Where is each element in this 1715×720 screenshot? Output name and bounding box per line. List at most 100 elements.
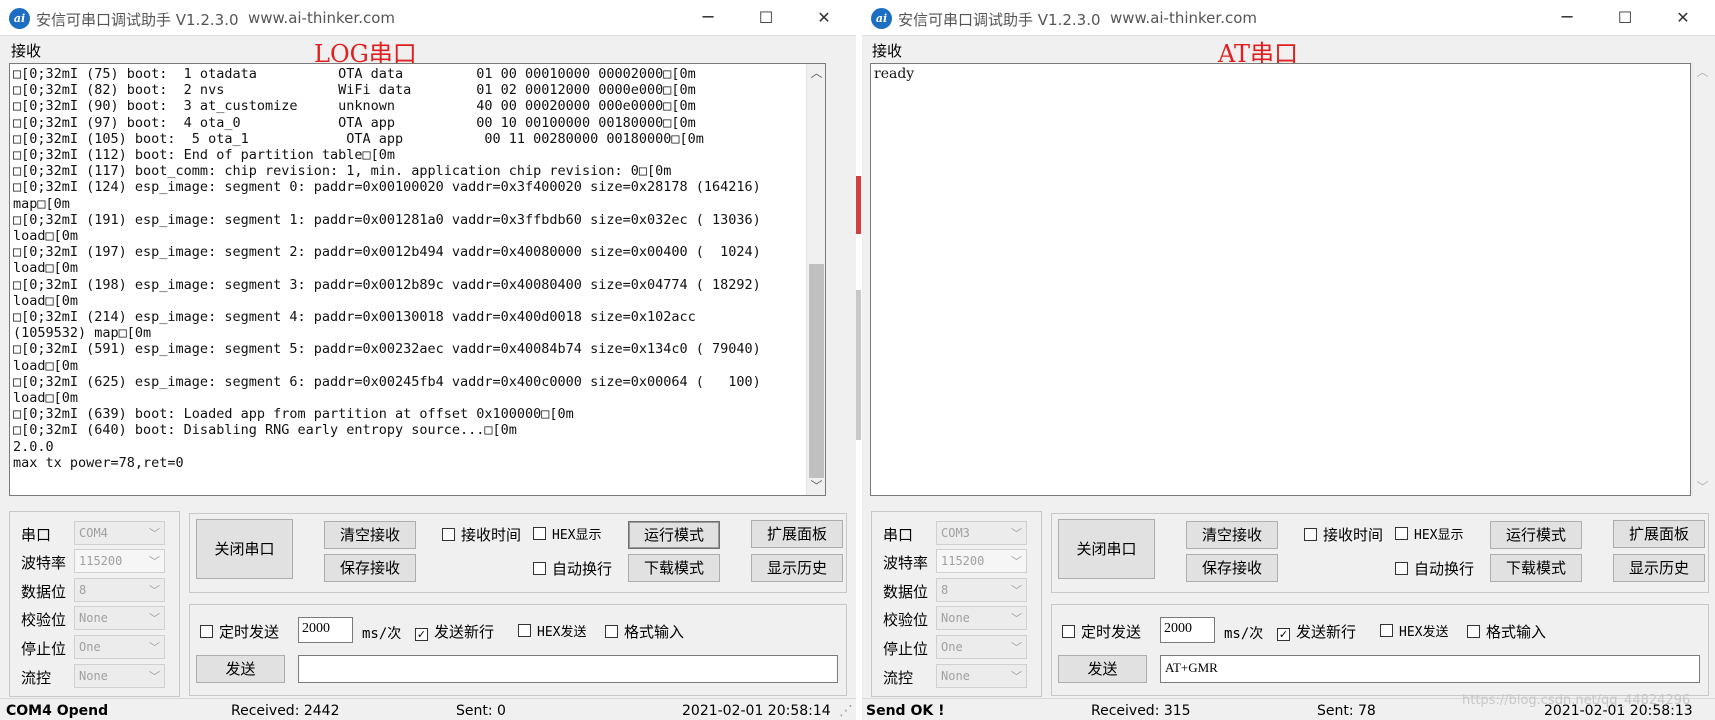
resize-grip-icon[interactable]: ⋰: [839, 703, 853, 719]
stopbits-select[interactable]: One ﹀: [936, 635, 1027, 659]
clear-receive-button[interactable]: 清空接收: [1186, 521, 1278, 549]
checkbox-box: [518, 624, 531, 637]
chevron-down-icon: ﹀: [1011, 584, 1022, 597]
show-history-button[interactable]: 显示历史: [1613, 554, 1705, 582]
baud-label: 波特率: [21, 554, 67, 572]
receive-scrollbar[interactable]: ︿ ﹀: [1692, 63, 1711, 496]
close-port-button[interactable]: 关闭串口: [1058, 519, 1155, 579]
receive-label: 接收: [872, 42, 903, 60]
receive-time-checkbox[interactable]: 接收时间: [1304, 524, 1383, 545]
send-input[interactable]: AT+GMR: [1160, 655, 1700, 683]
stopbits-label: 停止位: [883, 640, 929, 658]
website-url: www.ai-thinker.com: [248, 9, 396, 27]
close-icon[interactable]: ✕: [796, 0, 852, 36]
check-icon: ✓: [1277, 628, 1290, 641]
port-status: COM4 Opend: [6, 703, 109, 719]
checkbox-box: [1395, 527, 1408, 540]
interval-input[interactable]: 2000: [298, 617, 353, 643]
background-edge: [856, 290, 861, 440]
status-datetime: 2021-02-01 20:58:14: [682, 703, 831, 719]
checkbox-box: [1062, 625, 1075, 638]
receive-time-checkbox[interactable]: 接收时间: [442, 524, 521, 545]
save-receive-button[interactable]: 保存接收: [324, 554, 416, 582]
minimize-icon[interactable]: ─: [1539, 0, 1595, 36]
checkbox-box: [533, 527, 546, 540]
expand-panel-button[interactable]: 扩展面板: [751, 520, 843, 548]
chevron-down-icon: ﹀: [149, 612, 160, 625]
checkbox-box: [1304, 528, 1317, 541]
maximize-icon[interactable]: ☐: [738, 0, 794, 36]
run-mode-button[interactable]: 运行模式: [628, 521, 720, 549]
parity-label: 校验位: [21, 611, 67, 629]
send-input[interactable]: [298, 655, 838, 683]
parity-label: 校验位: [883, 611, 929, 629]
send-button[interactable]: 发送: [1058, 655, 1147, 683]
send-newline-checkbox[interactable]: ✓ 发送新行: [1277, 621, 1356, 642]
watermark: https://blog.csdn.net/qq_44824296: [1462, 693, 1691, 708]
scroll-down-icon[interactable]: ﹀: [807, 477, 825, 495]
received-count: Received: 315: [1091, 703, 1191, 719]
databits-label: 数据位: [21, 583, 67, 601]
download-mode-button[interactable]: 下载模式: [1490, 554, 1582, 582]
parity-select[interactable]: None ﹀: [74, 606, 165, 630]
scroll-up-icon[interactable]: ︿: [807, 64, 825, 82]
expand-panel-button[interactable]: 扩展面板: [1613, 520, 1705, 548]
port-select[interactable]: COM3 ﹀: [936, 521, 1027, 545]
send-newline-checkbox[interactable]: ✓ 发送新行: [415, 621, 494, 642]
timed-send-checkbox[interactable]: 定时发送: [200, 621, 279, 642]
timed-send-checkbox[interactable]: 定时发送: [1062, 621, 1141, 642]
show-history-button[interactable]: 显示历史: [751, 554, 843, 582]
save-receive-button[interactable]: 保存接收: [1186, 554, 1278, 582]
send-panel: 定时发送 2000 ms/次 ✓ 发送新行 HEX发送 格式输入 发送: [189, 604, 847, 696]
left-window: ai 安信可串口调试助手 V1.2.3.0 www.ai-thinker.com…: [0, 0, 856, 720]
flow-select[interactable]: None ﹀: [74, 664, 165, 688]
stopbits-select[interactable]: One ﹀: [74, 635, 165, 659]
parity-select[interactable]: None ﹀: [936, 606, 1027, 630]
chevron-down-icon: ﹀: [149, 584, 160, 597]
flow-label: 流控: [883, 669, 914, 687]
auto-wrap-checkbox[interactable]: 自动换行: [1395, 558, 1474, 579]
databits-select[interactable]: 8 ﹀: [74, 578, 165, 602]
databits-select[interactable]: 8 ﹀: [936, 578, 1027, 602]
receive-scrollbar[interactable]: ︿ ﹀: [806, 64, 825, 495]
format-input-checkbox[interactable]: 格式输入: [605, 621, 684, 642]
hex-display-checkbox[interactable]: HEX显示: [533, 524, 601, 543]
maximize-icon[interactable]: ☐: [1597, 0, 1653, 36]
send-panel: 定时发送 2000 ms/次 ✓ 发送新行 HEX发送 格式输入 发送 AT+GM…: [1051, 604, 1709, 696]
receive-area[interactable]: □[0;32mI (75) boot: 1 otadata OTA data 0…: [9, 63, 826, 496]
port-label: 串口: [883, 526, 914, 544]
auto-wrap-checkbox[interactable]: 自动换行: [533, 558, 612, 579]
send-button[interactable]: 发送: [196, 655, 285, 683]
hex-display-checkbox[interactable]: HEX显示: [1395, 524, 1463, 543]
close-port-button[interactable]: 关闭串口: [196, 519, 293, 579]
format-input-checkbox[interactable]: 格式输入: [1467, 621, 1546, 642]
download-mode-button[interactable]: 下载模式: [628, 554, 720, 582]
hex-send-checkbox[interactable]: HEX发送: [1380, 621, 1448, 640]
window-title: 安信可串口调试助手 V1.2.3.0: [898, 11, 1101, 29]
clear-receive-button[interactable]: 清空接收: [324, 521, 416, 549]
interval-input[interactable]: 2000: [1160, 617, 1215, 643]
right-window: ai 安信可串口调试助手 V1.2.3.0 www.ai-thinker.com…: [862, 0, 1715, 720]
databits-label: 数据位: [883, 583, 929, 601]
chevron-down-icon: ﹀: [149, 527, 160, 540]
run-mode-button[interactable]: 运行模式: [1490, 521, 1582, 549]
scroll-up-icon[interactable]: ︿: [1693, 63, 1712, 81]
baud-select[interactable]: 115200 ﹀: [936, 549, 1027, 573]
close-icon[interactable]: ✕: [1655, 0, 1711, 36]
serial-settings-panel: 串口 COM3 ﹀ 波特率 115200 ﹀ 数据位 8 ﹀ 校验位 None ﹀ 停止…: [871, 511, 1042, 697]
background-edge: [856, 176, 861, 234]
hex-send-checkbox[interactable]: HEX发送: [518, 621, 586, 640]
chevron-down-icon: ﹀: [149, 555, 160, 568]
serial-settings-panel: 串口 COM4 ﹀ 波特率 115200 ﹀ 数据位 8 ﹀ 校验位 None ﹀ 停止…: [9, 511, 180, 697]
minimize-icon[interactable]: ─: [680, 0, 736, 36]
scroll-thumb[interactable]: [809, 264, 824, 478]
scroll-down-icon[interactable]: ﹀: [1693, 478, 1712, 496]
chevron-down-icon: ﹀: [1011, 555, 1022, 568]
receive-text: □[0;32mI (75) boot: 1 otadata OTA data 0…: [13, 66, 761, 471]
website-url: www.ai-thinker.com: [1110, 9, 1258, 27]
receive-area[interactable]: ready: [870, 63, 1691, 496]
baud-select[interactable]: 115200 ﹀: [74, 549, 165, 573]
port-select[interactable]: COM4 ﹀: [74, 521, 165, 545]
sent-count: Sent: 0: [456, 703, 506, 719]
flow-select[interactable]: None ﹀: [936, 664, 1027, 688]
